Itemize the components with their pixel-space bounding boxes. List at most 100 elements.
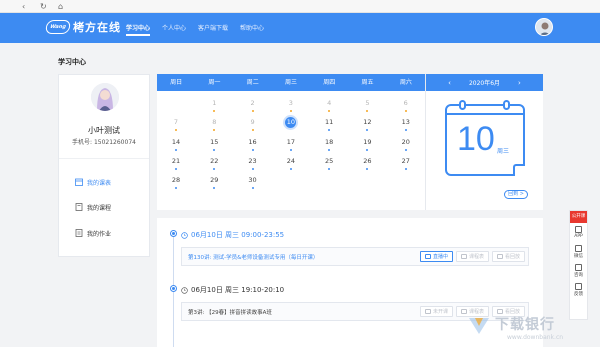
watermark: 下载银行 www.downbank.cn (467, 312, 597, 346)
calendar-day-number: 16 (248, 137, 257, 146)
logo-badge: Wang (44, 20, 72, 34)
calendar-day[interactable]: 21 (157, 157, 195, 170)
lesson-indicator-dot (289, 110, 292, 112)
calendar-day[interactable]: 19 (348, 138, 386, 151)
float-app[interactable]: APP (570, 223, 587, 242)
calendar-day-number: 8 (212, 118, 217, 127)
weekday-label: 周日 (170, 79, 183, 86)
chat-icon (575, 264, 582, 271)
page-title: 学习中心 (58, 58, 86, 66)
calendar-day-number: 10 (285, 117, 297, 129)
logo-text: 栲方在线 (73, 21, 121, 34)
calendar-day[interactable]: 8 (195, 118, 233, 132)
calendar-day[interactable]: 14 (157, 138, 195, 151)
lesson-indicator-dot (213, 148, 216, 151)
calendar-day[interactable]: 24 (272, 157, 310, 170)
tab-personal-center[interactable]: 个人中心 (162, 23, 186, 32)
calendar-day[interactable]: 18 (310, 138, 348, 151)
weekday-label: 周四 (323, 79, 336, 86)
calendar-day-number: 11 (325, 118, 334, 127)
course-sheet-button[interactable]: 课程表 (456, 251, 489, 262)
profile-name: 小叶测试 (88, 126, 120, 135)
open-class-button[interactable]: 公开课 (570, 211, 587, 223)
float-toolbar: 公开课 APP 微信 咨询 反馈 (569, 210, 588, 320)
watermark-title: 下载银行 (495, 317, 555, 333)
calendar-day[interactable]: 26 (348, 157, 386, 170)
refresh-icon[interactable]: ↻ (40, 1, 47, 12)
timeline-dot (170, 285, 177, 292)
calendar-day[interactable]: 30 (234, 176, 272, 190)
calendar-day[interactable]: 28 (157, 176, 195, 190)
calendar-day[interactable]: 6 (387, 99, 425, 112)
wechat-icon (575, 245, 582, 252)
calendar-day[interactable]: 23 (234, 157, 272, 170)
lesson-indicator-dot (404, 148, 407, 151)
lesson-indicator-dot (175, 167, 177, 170)
menu-my-schedule[interactable]: 我的课表 (59, 177, 151, 187)
lesson-title: 第130讲: 测试-学员&老师设备测试专用（每日开课） (188, 254, 319, 261)
weekday-label: 周一 (208, 79, 221, 86)
tab-study-center[interactable]: 学习中心 (126, 23, 151, 36)
big-date-weekday: 周三 (497, 148, 510, 155)
calendar-day[interactable]: 5 (348, 99, 386, 112)
calendar-day[interactable]: 29 (195, 176, 233, 190)
replay-icon (496, 254, 503, 259)
calendar-day[interactable]: 3 (272, 99, 310, 112)
calendar-day[interactable]: 12 (348, 118, 386, 132)
calendar-day-today[interactable]: 10 (272, 117, 310, 129)
lesson-indicator-dot (251, 148, 254, 151)
live-now-button[interactable]: 直播中 (420, 251, 453, 262)
lesson-indicator-dot (404, 129, 407, 132)
calendar-day[interactable]: 20 (387, 138, 425, 151)
tab-client-download[interactable]: 客户端下载 (198, 23, 228, 32)
lesson-indicator-dot (404, 167, 407, 170)
lesson-indicator-dot (328, 110, 331, 112)
back-icon[interactable]: ‹ (22, 1, 25, 12)
logo[interactable]: Wang 栲方在线 (44, 19, 121, 35)
float-wechat[interactable]: 微信 (570, 242, 587, 261)
calendar-day[interactable]: 4 (310, 99, 348, 112)
big-date-day: 10 (457, 120, 495, 158)
not-started-button[interactable]: 未开课 (420, 306, 453, 317)
lesson-indicator-dot (404, 110, 407, 112)
window-chrome: ‹ ↻ ⌂ (0, 0, 600, 13)
calendar-day[interactable]: 16 (234, 138, 272, 151)
lesson-row[interactable]: 第130讲: 测试-学员&老师设备测试专用（每日开课） 直播中 课程表 看回放 (181, 247, 529, 266)
calendar-day[interactable]: 17 (272, 138, 310, 151)
calendar-day[interactable]: 1 (195, 99, 233, 112)
calendar-day[interactable]: 11 (310, 118, 348, 132)
back-to-today-button[interactable]: 回到 > (504, 190, 528, 199)
live-icon (424, 254, 431, 259)
user-avatar[interactable] (535, 18, 553, 36)
profile-panel: 小叶测试 手机号: 15021260074 我的课表 我的课程 我的作业 (58, 74, 150, 257)
calendar-day-number: 14 (171, 137, 181, 146)
tab-help-center[interactable]: 帮助中心 (240, 23, 264, 32)
calendar-day[interactable]: 2 (234, 99, 272, 112)
calendar-day-number: 22 (210, 156, 219, 165)
next-month-button[interactable]: › (518, 79, 521, 87)
calendar-day[interactable]: 22 (195, 157, 233, 170)
calendar-day[interactable]: 13 (387, 118, 425, 132)
calendar-day[interactable]: 15 (195, 138, 233, 151)
month-calendar: 周日 周一 周二 周三 周四 周五 周六 1 2 3 4 5 6 7 8 9 10 11 12 13 14… (157, 74, 425, 210)
replay-button[interactable]: 看回放 (492, 251, 525, 262)
calendar-day-number: 5 (365, 99, 370, 107)
calendar-day[interactable]: 7 (157, 118, 195, 132)
calendar-day-number: 12 (363, 118, 372, 127)
calendar-day[interactable]: 25 (310, 157, 348, 170)
menu-my-homework[interactable]: 我的作业 (59, 228, 151, 238)
float-consult[interactable]: 咨询 (570, 261, 587, 280)
float-feedback[interactable]: 反馈 (570, 280, 587, 299)
profile-phone: 手机号: 15021260074 (72, 139, 136, 146)
timeline-dot (170, 230, 177, 237)
menu-my-courses[interactable]: 我的课程 (59, 202, 151, 212)
big-date-icon: 10 周三 (445, 100, 525, 176)
watermark-logo-icon (469, 318, 489, 334)
calendar-day[interactable]: 9 (234, 118, 272, 132)
calendar-day[interactable]: 27 (387, 157, 425, 170)
calendar-day-number: 1 (212, 99, 217, 107)
home-icon[interactable]: ⌂ (58, 1, 63, 12)
prev-month-button[interactable]: ‹ (448, 79, 451, 87)
calendar-day-number: 2 (250, 99, 255, 107)
calendar-day-number: 9 (250, 118, 255, 127)
